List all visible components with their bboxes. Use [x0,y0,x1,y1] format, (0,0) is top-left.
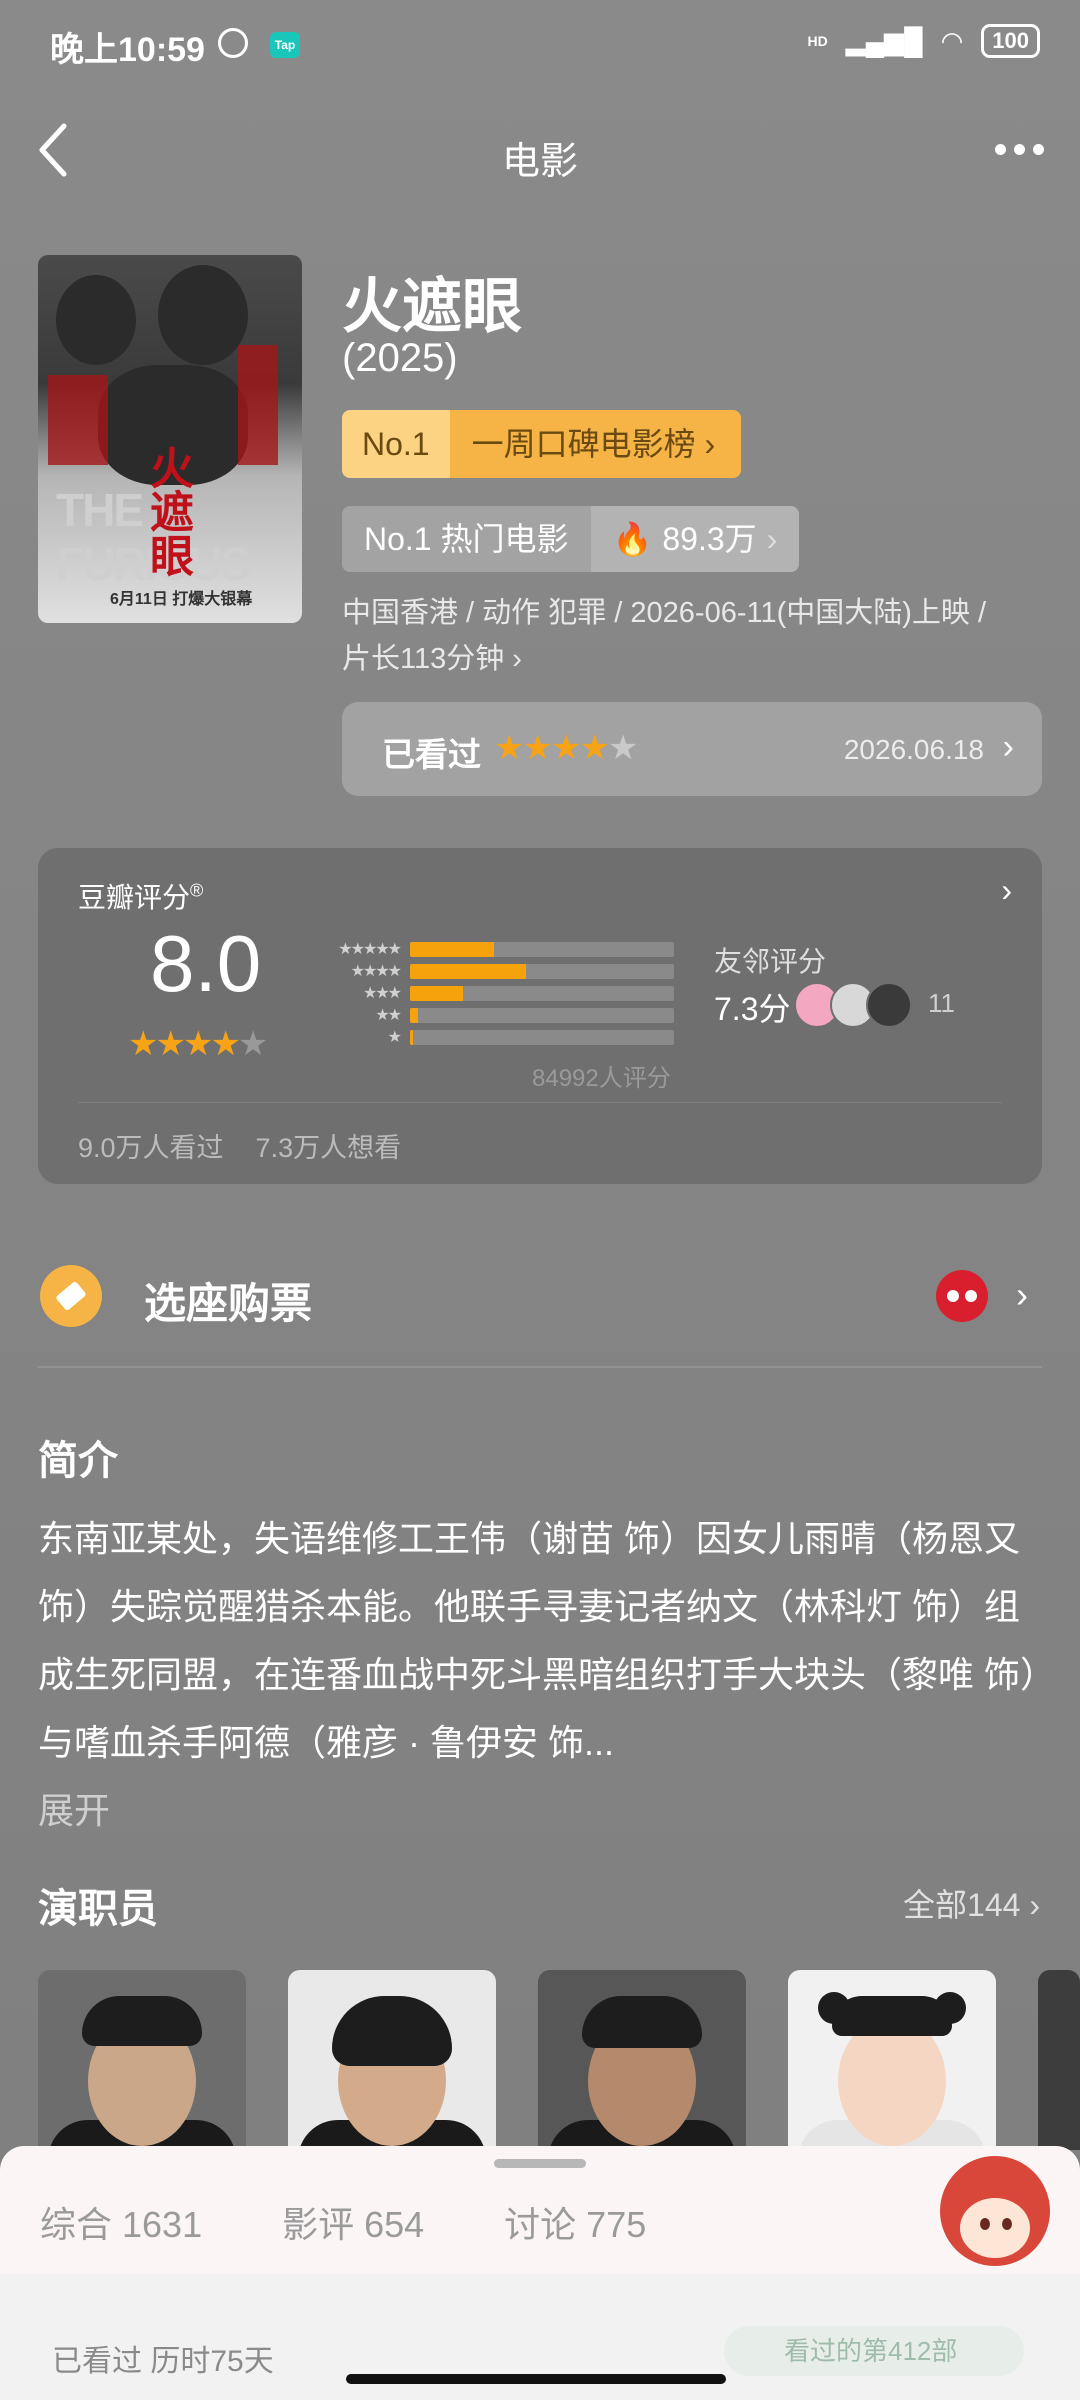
rank-number: No.1 [342,410,450,478]
cast-all-link[interactable]: 全部144 › [903,1880,1040,1926]
my-rating-stars: ★★★★★ [494,729,638,767]
friends-count: 11 [928,988,955,1018]
bar-2-star: ★★ [302,1004,674,1026]
douban-rating-card[interactable]: 豆瓣评分® › 8.0 ★★★★★ ★★★★★ ★★★★ ★★★ ★★ ★ 84… [38,848,1042,1184]
cast-card[interactable] [788,1970,996,2150]
bar-fill [410,1029,413,1045]
movie-meta[interactable]: 中国香港 / 动作 犯罪 / 2026-06-11(中国大陆)上映 / 片长11… [342,590,1042,682]
hot-count-box: 🔥 89.3万 › [590,506,800,572]
summary-text[interactable]: 东南亚某处，失语维修工王伟（谢苗 饰）因女儿雨晴（杨恩又 饰）失踪觉醒猎杀本能。… [38,1505,1048,1845]
chevron-right-icon[interactable]: › [1016,1274,1028,1316]
flame-icon: 🔥 [612,521,653,557]
expand-link[interactable]: 展开 [38,1777,1048,1845]
hot-count: 89.3万 [662,521,757,557]
cast-card[interactable] [1038,1970,1080,2150]
poster-title-cn: 火遮眼 [143,445,192,577]
movie-title: 火遮眼 [342,273,522,340]
chevron-right-icon: › [512,643,522,675]
cast-card[interactable] [38,1970,246,2150]
watched-duration: 已看过 历时75天 [52,2345,274,2378]
bar-fill [410,941,495,957]
ticket-label[interactable]: 选座购票 [144,1270,312,1331]
bar-fill [410,985,463,1001]
rating-title: 豆瓣评分® [78,880,204,913]
bar-4-star: ★★★★ [302,960,674,982]
movie-year: (2025) [342,336,458,380]
alarm-icon [218,28,248,58]
rating-distribution: ★★★★★ ★★★★ ★★★ ★★ ★ [302,938,674,1048]
chevron-right-icon: › [704,426,716,462]
watched-rank-pill[interactable]: 看过的第412部 [724,2326,1024,2376]
bar-fill [410,1007,418,1023]
battery-icon: 100 [981,24,1040,58]
bar-1-star: ★ [302,1026,674,1048]
maoyan-cat-icon[interactable] [936,1270,988,1322]
friends-rating-score: 7.3分 [714,991,791,1027]
watched-date: 2026.06.18 [843,734,984,765]
watched-label: 已看过 [382,736,481,773]
chevron-right-icon: › [1029,1887,1040,1923]
hot-badge[interactable]: No.1 热门电影 🔥 89.3万 › [342,506,800,572]
movie-poster[interactable]: THE FURIOUS 火遮眼 6月11日 打爆大银幕 [38,255,302,623]
bar-5-star: ★★★★★ [302,938,674,960]
cast-card[interactable] [538,1970,746,2150]
chevron-right-icon: › [1002,728,1014,766]
friends-rating-title: 友邻评分 [714,946,827,977]
sheet-tabs: 综合 1631 影评 654 讨论 775 [40,2196,646,2248]
hot-label: No.1 热门电影 [342,506,591,572]
cast-title: 演职员 [38,1887,158,1931]
status-icons: HD ▂▄▆█ ◠ 100 [808,24,1040,58]
rating-footer: 9.0万人看过 7.3万人想看 [78,1126,401,1165]
mascot-icon[interactable] [940,2156,1050,2266]
rank-label: 一周口碑电影榜 › [449,410,742,478]
wifi-icon: ◠ [940,25,964,56]
chevron-right-icon: › [1001,872,1012,908]
rating-stars: ★★★★★ [128,1025,268,1063]
watched-row[interactable]: 已看过 ★★★★★ 2026.06.18 › [342,702,1042,796]
friends-avatars[interactable] [794,982,912,1028]
signal-icon: ▂▄▆█ [845,25,923,56]
bar-3-star: ★★★ [302,982,674,1004]
watched-count: 9.0万人看过 [78,1133,224,1163]
tap-app-icon: Tap [270,32,300,58]
tab-discussion[interactable]: 讨论 775 [504,2196,646,2248]
ticket-icon[interactable] [40,1265,102,1327]
tab-overall[interactable]: 综合 1631 [40,2196,202,2248]
divider [78,1102,1002,1103]
sheet-handle[interactable] [494,2159,586,2168]
chevron-right-icon: › [766,521,778,557]
bar-fill [410,963,527,979]
poster-date: 6月11日 打爆大银幕 [110,591,253,608]
network-icon: HD [807,33,828,49]
meta-line-1: 中国香港 / 动作 犯罪 / 2026-06-11(中国大陆)上映 / [342,597,987,629]
summary-title: 简介 [38,1439,118,1483]
rank-badge[interactable]: No.1 一周口碑电影榜 › [342,410,742,478]
meta-line-2: 片长113分钟 › [342,643,522,675]
rating-score: 8.0 [150,919,262,1008]
home-indicator[interactable] [346,2374,726,2384]
page-title: 电影 [501,141,578,183]
cast-card[interactable] [288,1970,496,2150]
more-options-icon[interactable] [995,144,1044,155]
divider [38,1366,1042,1368]
status-time: 晚上10:59 [50,31,205,69]
want-count: 7.3万人想看 [255,1133,402,1163]
tab-reviews[interactable]: 影评 654 [282,2196,424,2248]
rating-count: 84992人评分 [532,1065,671,1092]
avatar [866,982,912,1028]
